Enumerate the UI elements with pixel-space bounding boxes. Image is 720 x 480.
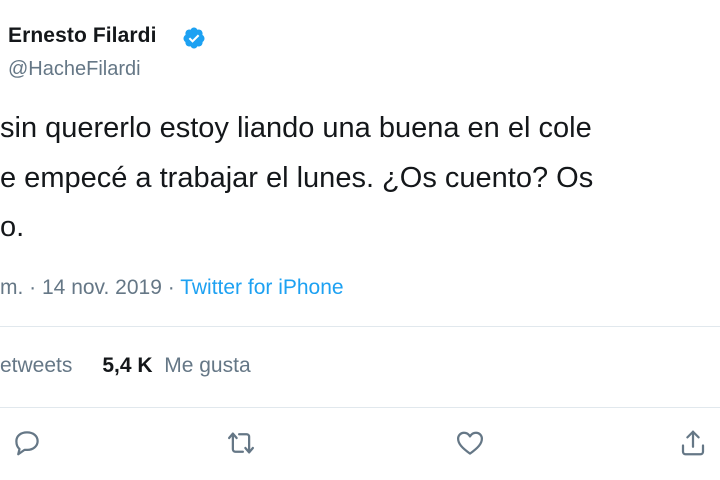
reply-icon bbox=[15, 431, 39, 456]
tweet-stats: etweets 5,4 K Me gusta bbox=[0, 352, 251, 380]
retweet-icon bbox=[228, 432, 254, 454]
author-handle[interactable]: @HacheFilardi bbox=[8, 56, 141, 82]
retweets-label: etweets bbox=[0, 354, 73, 377]
share-icon bbox=[681, 430, 705, 456]
tweet-source-link[interactable]: Twitter for iPhone bbox=[180, 276, 343, 299]
meta-separator: · bbox=[161, 276, 181, 299]
likes-count: 5,4 K bbox=[102, 354, 153, 377]
share-button[interactable] bbox=[678, 428, 708, 458]
tweet-card: Ernesto Filardi @HacheFilardi sin querer… bbox=[0, 0, 720, 480]
meta-separator: · bbox=[23, 276, 42, 299]
retweet-button[interactable] bbox=[226, 428, 256, 458]
tweet-text-line-1: sin quererlo estoy liando una buena en e… bbox=[0, 112, 592, 144]
tweet-time[interactable]: m. bbox=[0, 276, 23, 299]
retweets-stat[interactable]: etweets bbox=[0, 354, 72, 377]
like-button[interactable] bbox=[455, 428, 485, 458]
verified-badge-icon bbox=[183, 27, 205, 49]
author-name[interactable]: Ernesto Filardi bbox=[8, 22, 157, 50]
likes-label: Me gusta bbox=[164, 354, 251, 377]
divider bbox=[0, 407, 720, 408]
tweet-meta: m. · 14 nov. 2019 · Twitter for iPhone bbox=[0, 274, 344, 302]
likes-stat[interactable]: 5,4 K Me gusta bbox=[102, 354, 250, 377]
tweet-date[interactable]: 14 nov. 2019 bbox=[42, 276, 162, 299]
tweet-text-line-3: o. bbox=[0, 211, 25, 243]
tweet-text-line-2: e empecé a trabajar el lunes. ¿Os cuento… bbox=[0, 162, 594, 194]
reply-button[interactable] bbox=[12, 428, 42, 458]
heart-icon bbox=[457, 431, 483, 455]
divider bbox=[0, 326, 720, 327]
